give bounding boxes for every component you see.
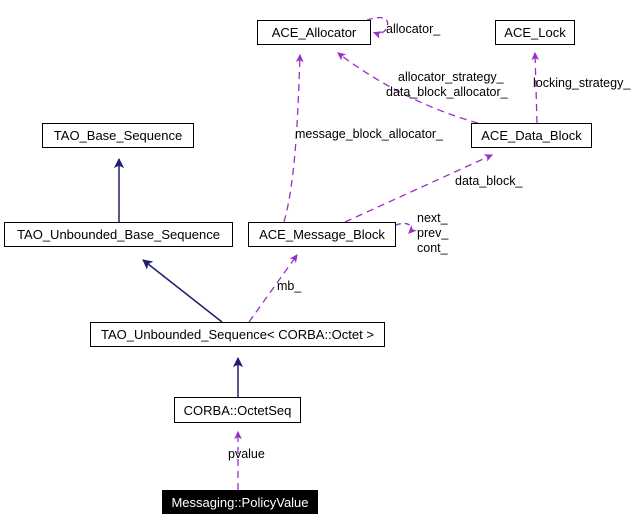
edge-label-cont: cont_ xyxy=(417,241,448,255)
class-node-ace-allocator[interactable]: ACE_Allocator xyxy=(257,20,371,45)
class-node-label: CORBA::OctetSeq xyxy=(183,402,292,418)
edge-label-mb: mb_ xyxy=(277,279,302,293)
class-node-tao-unbounded-sequence-corba-octet[interactable]: TAO_Unbounded_Sequence< CORBA::Octet > xyxy=(90,322,385,347)
class-node-label: TAO_Base_Sequence xyxy=(53,128,183,143)
edge-inherit-sequence-unbounded xyxy=(142,259,223,323)
edge-label-data-block-allocator: data_block_allocator_ xyxy=(386,85,508,99)
edge-message-block-self xyxy=(395,222,417,234)
class-node-label: TAO_Unbounded_Sequence< CORBA::Octet > xyxy=(101,327,374,342)
class-node-ace-lock[interactable]: ACE_Lock xyxy=(495,20,575,45)
class-node-tao-base-sequence[interactable]: TAO_Base_Sequence xyxy=(42,123,194,148)
class-node-label: ACE_Data_Block xyxy=(481,128,582,143)
uml-collaboration-diagram: ACE_Allocator ACE_Lock TAO_Base_Sequence… xyxy=(0,0,644,531)
edge-label-data-block: data_block_ xyxy=(455,174,523,188)
class-node-label: ACE_Allocator xyxy=(271,25,357,40)
class-node-ace-message-block[interactable]: ACE_Message_Block xyxy=(248,222,396,247)
edge-label-message-block-allocator: message_block_allocator_ xyxy=(295,127,444,141)
class-node-label: Messaging::PolicyValue xyxy=(171,494,309,510)
edge-label-next: next_ xyxy=(417,211,448,225)
edge-label-allocator: allocator_ xyxy=(386,22,441,36)
class-node-tao-unbounded-base-sequence[interactable]: TAO_Unbounded_Base_Sequence xyxy=(4,222,233,247)
class-node-messaging-policyvalue[interactable]: Messaging::PolicyValue xyxy=(162,490,318,514)
class-node-corba-octetseq[interactable]: CORBA::OctetSeq xyxy=(174,397,301,423)
class-node-label: ACE_Message_Block xyxy=(259,227,385,242)
class-node-label: ACE_Lock xyxy=(504,25,566,40)
class-node-ace-data-block[interactable]: ACE_Data_Block xyxy=(471,123,592,148)
edge-label-prev: prev_ xyxy=(417,226,449,240)
edge-label-locking-strategy: locking_strategy_ xyxy=(533,76,631,90)
class-node-label: TAO_Unbounded_Base_Sequence xyxy=(17,227,220,242)
edge-label-pvalue: pvalue xyxy=(228,447,265,461)
edge-label-allocator-strategy: allocator_strategy_ xyxy=(398,70,504,84)
